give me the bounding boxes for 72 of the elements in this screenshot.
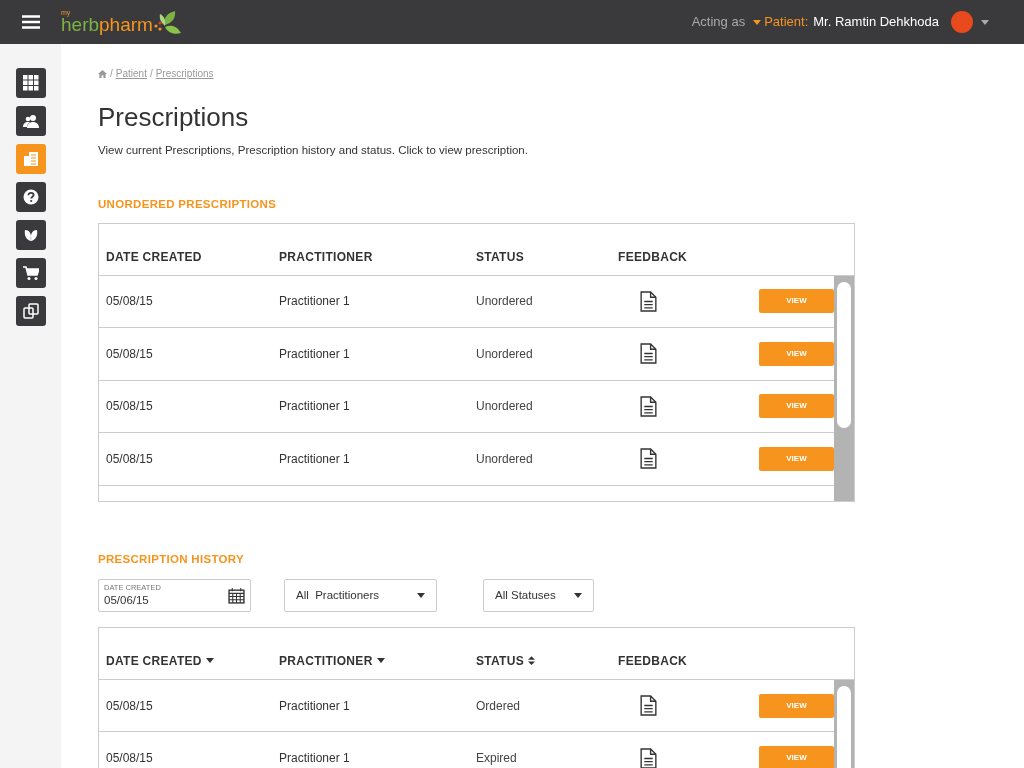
breadcrumb-link[interactable]: Prescriptions [155,66,214,81]
table-cell-text: Practitioner 1 [279,450,351,468]
caret-icon [574,592,582,598]
grid-icon [22,75,39,91]
caret-icon [753,19,762,25]
leaf-drawing [152,10,183,36]
column-header: FEEDBACK [618,652,688,670]
breadcrumb-separator: / [110,67,113,81]
sort-down-icon [205,658,214,664]
table-cell-text: Practitioner 1 [279,750,351,767]
document-icon[interactable] [640,290,657,312]
table-cell-text: 05/08/15 [105,293,154,311]
column-header: STATUS [476,248,525,266]
column-header: DATE CREATED [106,248,202,266]
table-cell-text: Unordered [476,293,534,311]
acting-as-label: Acting as [691,13,746,32]
table-cell-text: Practitioner 1 [279,293,351,311]
table-cell-text: 05/08/15 [105,750,154,767]
column-header[interactable]: PRACTITIONER [279,651,373,670]
users-icon [22,113,39,129]
scrollbar-thumb[interactable] [837,281,851,428]
copy-icon [22,303,39,319]
cart-icon [22,265,39,281]
page-title: Prescriptions [98,104,250,130]
document-icon[interactable] [640,448,657,470]
role-label[interactable]: Patient: [764,12,809,32]
column-header[interactable]: DATE CREATED [106,651,202,670]
page-description: View current Prescriptions, Prescription history and status. Click to view prescription. [98,143,529,158]
table-cell-text: 05/08/15 [105,345,154,363]
column-header[interactable]: STATUS [476,651,525,670]
document-icon[interactable] [640,395,657,417]
caret-icon [417,592,425,598]
sidebar-button[interactable] [15,182,46,212]
column-header: FEEDBACK [618,248,688,266]
table-cell-text: 05/08/15 [105,450,154,468]
column-header: PRACTITIONER [279,248,373,266]
breadcrumb-link[interactable]: Patient [115,66,147,81]
avatar[interactable] [951,11,973,33]
sidebar-button[interactable] [15,258,46,288]
table-cell-text: Practitioner 1 [279,697,351,715]
document-icon [22,151,39,167]
table-cell-text: 05/08/15 [105,398,154,416]
document-icon[interactable] [640,695,657,716]
home-icon[interactable] [98,69,107,78]
scrollbar[interactable] [834,275,854,501]
user-name[interactable]: Mr. Ramtin Dehkhoda [813,12,939,32]
sidebar-button[interactable] [15,220,46,250]
table-cell-text: Practitioner 1 [279,398,351,416]
table-cell-text: Ordered [476,697,522,715]
practitioner-dropdown[interactable]: All Practitioners [284,578,437,612]
table-cell-text: Unordered [476,398,534,416]
sidebar-button[interactable] [15,68,46,98]
table-cell-text: Unordered [476,345,534,363]
section-heading: UNORDERED PRESCRIPTIONS [98,197,278,213]
table-cell-text: Practitioner 1 [279,345,351,363]
status-dropdown[interactable]: All Statuses [483,578,594,612]
section-heading: PRESCRIPTION HISTORY [98,551,245,567]
sort-icon [528,656,536,666]
table-cell-text: 05/08/15 [105,697,154,715]
caret-icon [981,19,989,25]
sidebar-button[interactable] [15,106,46,136]
sort-down-icon [376,658,385,664]
table-cell-text: Expired [476,750,518,767]
breadcrumb-separator: / [149,67,153,81]
document-icon[interactable] [640,747,657,768]
menu-icon[interactable] [22,15,40,29]
calendar-icon[interactable] [228,586,245,604]
leaf-icon [22,227,39,243]
document-icon[interactable] [640,343,657,365]
sidebar-button[interactable] [15,296,46,326]
help-icon [22,189,39,205]
table-cell-text: Unordered [476,450,534,468]
